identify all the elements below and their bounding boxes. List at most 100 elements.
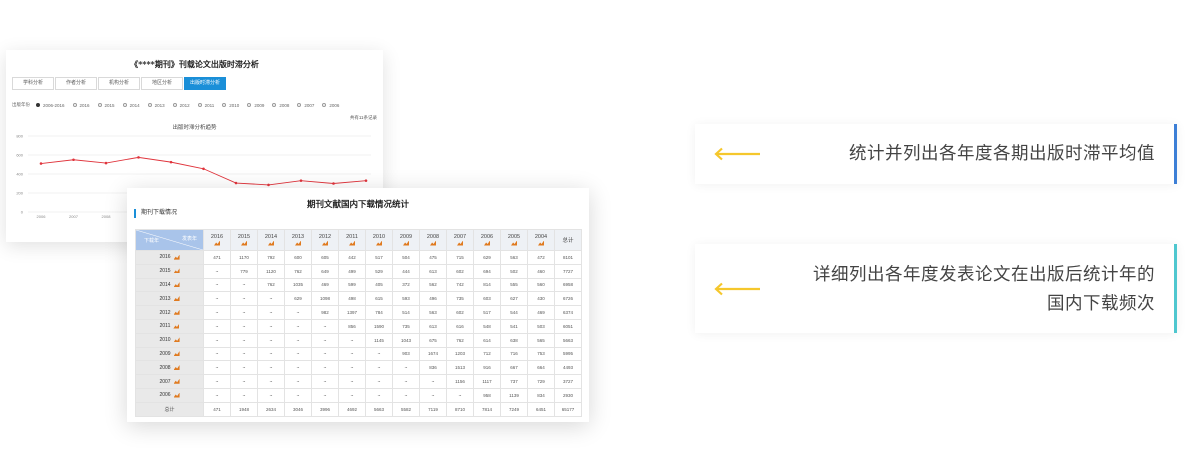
year-column-header[interactable]: 2010 [365, 229, 393, 251]
row-header[interactable]: 2008 [135, 360, 204, 376]
row-header[interactable]: 2006 [135, 387, 204, 403]
radio-icon[interactable] [197, 103, 202, 107]
table-cell: 1674 [419, 346, 447, 362]
row-header[interactable]: 2012 [135, 305, 204, 320]
radio-icon[interactable] [147, 103, 152, 107]
year-column-header[interactable]: 2007 [446, 229, 474, 251]
year-option[interactable]: 2006-2016 [36, 103, 65, 108]
table-cell: 629 [284, 291, 312, 307]
trend-chart-icon[interactable] [322, 240, 328, 246]
year-column-header[interactable]: 2016 [203, 229, 231, 251]
trend-chart-icon[interactable] [173, 282, 180, 288]
radio-icon[interactable] [72, 103, 77, 107]
year-column-header[interactable]: 2009 [392, 229, 420, 251]
row-header[interactable]: 2010 [135, 332, 204, 348]
radio-icon[interactable] [97, 103, 102, 107]
year-option[interactable]: 2014 [122, 103, 140, 108]
radio-icon[interactable] [122, 103, 127, 107]
year-column-header[interactable]: 2014 [257, 229, 285, 251]
radio-icon[interactable] [36, 103, 40, 107]
table-cell: 1513 [446, 360, 474, 376]
radio-icon[interactable] [297, 103, 302, 107]
trend-chart-icon[interactable] [173, 323, 180, 329]
trend-chart-icon[interactable] [268, 240, 274, 246]
tab-1[interactable]: 学科分析 [12, 77, 54, 90]
trend-chart-icon[interactable] [173, 268, 180, 274]
year-option-label: 2006 [329, 102, 340, 108]
year-column-header[interactable]: 2015 [230, 229, 258, 251]
row-header[interactable]: 2007 [135, 374, 204, 389]
trend-chart-icon[interactable] [214, 240, 220, 246]
trend-chart-icon[interactable] [295, 240, 301, 246]
trend-chart-icon[interactable] [173, 378, 180, 384]
trend-chart-icon[interactable] [430, 240, 436, 246]
left-arrow-icon [714, 282, 760, 296]
row-header[interactable]: 2011 [135, 318, 204, 334]
year-option[interactable]: 2010 [222, 103, 239, 108]
trend-chart-icon[interactable] [173, 364, 180, 370]
trend-chart-icon[interactable] [511, 240, 517, 246]
year-column-header[interactable]: 2011 [338, 229, 366, 251]
trend-chart-icon[interactable] [173, 309, 180, 315]
tab-4[interactable]: 地区分析 [141, 77, 183, 90]
table-cell: 675 [419, 332, 447, 348]
year-header-label: 2012 [318, 233, 332, 240]
trend-chart-icon[interactable] [484, 240, 490, 246]
trend-chart-icon[interactable] [349, 240, 355, 246]
trend-chart-icon[interactable] [173, 337, 180, 343]
table-cell: 1043 [392, 332, 420, 348]
row-header-label: 2007 [159, 378, 171, 385]
trend-chart-icon[interactable] [538, 240, 544, 246]
table-row: 2007 ~ ~ ~ ~ ~ ~ ~ ~ ~1156 1117 737 729 3727 [135, 374, 582, 389]
table-cell: ~ [257, 360, 285, 376]
year-option[interactable]: 2011 [197, 103, 214, 108]
year-option[interactable]: 2015 [97, 103, 115, 108]
table-cell: 502 [500, 263, 528, 279]
year-column-header[interactable]: 2005 [500, 229, 528, 251]
trend-chart-icon[interactable] [173, 295, 180, 301]
trend-chart-icon[interactable] [173, 254, 180, 260]
year-option[interactable]: 2007 [297, 103, 314, 108]
radio-icon[interactable] [172, 103, 177, 107]
trend-chart-icon[interactable] [403, 240, 409, 246]
table-cell: ~ [257, 318, 285, 334]
tab-2[interactable]: 作者分析 [55, 77, 97, 90]
row-header-label: 2015 [159, 268, 171, 275]
table-cell: 1120 [257, 263, 285, 279]
table-cell: ~ [203, 332, 231, 348]
year-column-header[interactable]: 2004 [527, 229, 555, 251]
year-header-label: 2014 [264, 233, 278, 240]
year-column-header[interactable]: 2012 [311, 229, 339, 251]
year-option[interactable]: 2012 [172, 103, 190, 108]
year-option[interactable]: 2006 [322, 103, 339, 108]
year-option[interactable]: 2008 [272, 103, 289, 108]
radio-icon[interactable] [272, 103, 277, 107]
year-column-header[interactable]: 2006 [473, 229, 501, 251]
table-cell: ~ [257, 332, 285, 348]
row-header[interactable]: 2013 [135, 291, 204, 307]
tab-3[interactable]: 机构分析 [98, 77, 140, 90]
year-column-header[interactable]: 2013 [284, 229, 312, 251]
row-header[interactable]: 2015 [135, 263, 204, 279]
trend-chart-icon[interactable] [376, 240, 382, 246]
table-row: 2011 ~ ~ ~ ~ ~856 1590 735 613 616 548 541 503 6051 [135, 318, 582, 334]
row-header[interactable]: 2014 [135, 277, 204, 293]
radio-icon[interactable] [222, 103, 227, 107]
trend-chart-icon[interactable] [457, 240, 463, 246]
trend-chart-icon[interactable] [241, 240, 247, 246]
tab-5[interactable]: 出版时滞分析 [184, 77, 226, 90]
table-cell: 3996 [311, 401, 339, 417]
trend-chart-icon[interactable] [173, 392, 180, 398]
radio-icon[interactable] [322, 103, 327, 107]
row-header[interactable]: 2016 [135, 250, 204, 265]
year-option-label: 2008 [279, 102, 290, 108]
year-column-header[interactable]: 2008 [419, 229, 447, 251]
radio-icon[interactable] [247, 103, 252, 107]
year-option[interactable]: 2009 [247, 103, 264, 108]
year-option[interactable]: 2016 [72, 103, 90, 108]
year-header-label: 2004 [534, 233, 548, 240]
trend-chart-icon[interactable] [173, 351, 180, 357]
row-header[interactable]: 2009 [135, 346, 204, 362]
year-option[interactable]: 2013 [147, 103, 165, 108]
table-cell: ~ [338, 332, 366, 348]
